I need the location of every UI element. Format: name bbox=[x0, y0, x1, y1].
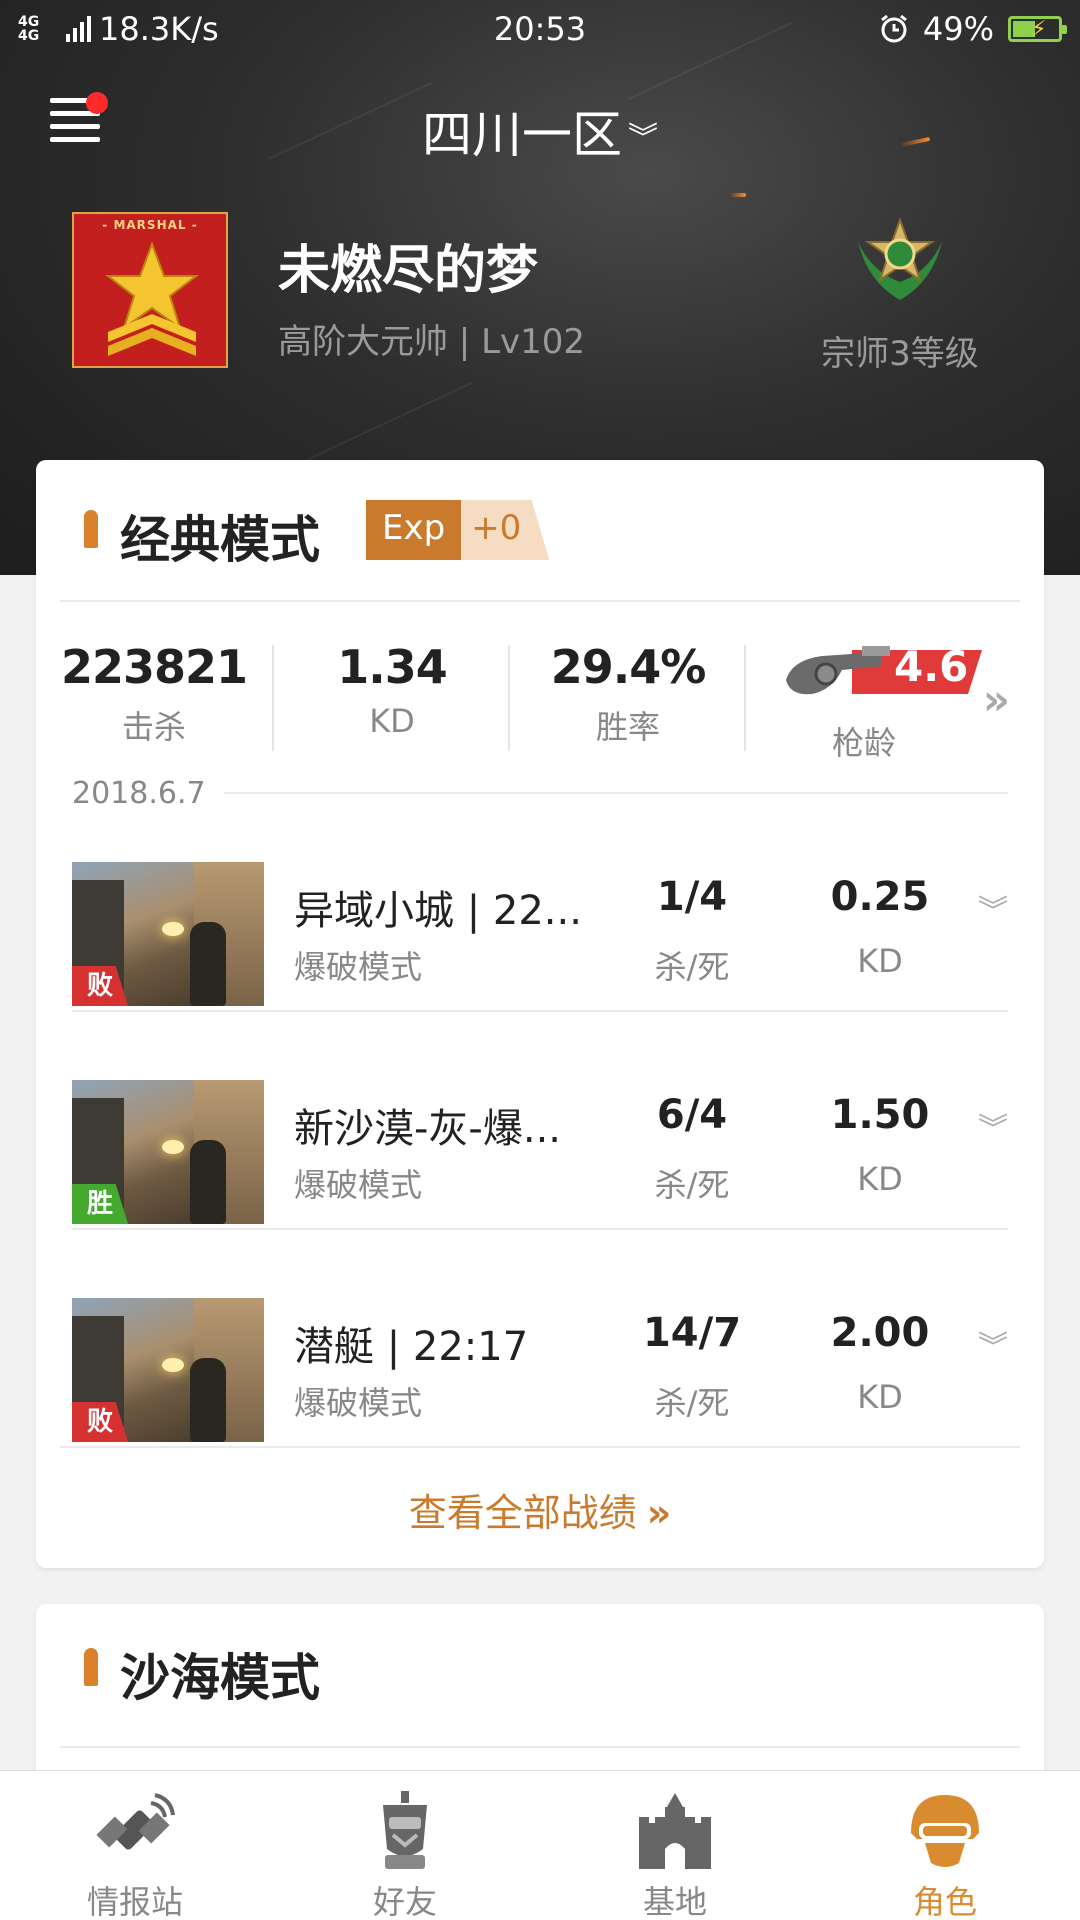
stat-label: 击杀 bbox=[121, 708, 186, 746]
match-kills-deaths-label: 杀/死 bbox=[654, 1166, 730, 1204]
match-row[interactable]: 败 异域小城 | 22... 爆破模式 1/4 杀/死 0.25 KD ︾ bbox=[72, 828, 1008, 1046]
match-mode: 爆破模式 bbox=[294, 1166, 423, 1204]
battery-percent: 49% bbox=[922, 10, 994, 48]
match-kills-deaths-label: 杀/死 bbox=[654, 1384, 730, 1422]
match-row[interactable]: 败 潜艇 | 22:17 爆破模式 14/7 杀/死 2.00 KD ︾ bbox=[72, 1264, 1008, 1482]
classic-mode-card: 经典模式 Exp +0 223821 击杀 1.34 KD 29.4% 胜率 4… bbox=[36, 460, 1044, 1568]
match-row[interactable]: 胜 新沙漠-灰-爆... 爆破模式 6/4 杀/死 1.50 KD ︾ bbox=[72, 1046, 1008, 1264]
stat-label: 胜率 bbox=[595, 708, 660, 746]
nav-label: 基地 bbox=[642, 1883, 707, 1920]
grade-label: 宗师3等级 bbox=[821, 334, 979, 374]
match-kills-deaths-label: 杀/死 bbox=[654, 948, 730, 986]
exp-value: +0 bbox=[461, 500, 550, 560]
alarm-icon bbox=[880, 14, 907, 43]
match-kd-ratio-label: KD bbox=[857, 1378, 903, 1416]
castle-icon bbox=[639, 1793, 711, 1869]
match-kd-ratio: 2.00 bbox=[830, 1310, 930, 1356]
robot-friend-icon bbox=[383, 1791, 427, 1869]
stat-value: 1.34 bbox=[337, 640, 448, 694]
match-date: 2018.6.7 bbox=[72, 776, 224, 811]
region-selector[interactable]: 四川一区 ︾ bbox=[0, 95, 1080, 167]
battery-icon: ⚡ bbox=[1008, 16, 1067, 42]
divider bbox=[72, 1010, 1008, 1012]
map-thumbnail: 败 bbox=[72, 1298, 264, 1442]
status-bar: 4G 4G 18.3K/s 20:53 49% ⚡ bbox=[0, 0, 1080, 58]
nav-label: 情报站 bbox=[86, 1883, 183, 1920]
card-title: 沙海模式 bbox=[120, 1649, 320, 1707]
match-kills-deaths: 1/4 bbox=[656, 874, 728, 920]
chevron-down-icon[interactable]: ︾ bbox=[978, 1333, 1008, 1363]
grade-emblem-icon bbox=[858, 217, 942, 300]
gun-age-value: 4.6 bbox=[894, 642, 969, 691]
exp-tag: Exp +0 bbox=[366, 500, 550, 560]
match-kills-deaths: 14/7 bbox=[642, 1310, 742, 1356]
match-kills-deaths: 6/4 bbox=[656, 1092, 728, 1138]
view-all-label: 查看全部战绩 bbox=[408, 1491, 637, 1535]
map-thumbnail: 胜 bbox=[72, 1080, 264, 1224]
stats-more-button[interactable]: » bbox=[983, 675, 1010, 724]
stat-label: 枪龄 bbox=[831, 724, 896, 762]
match-kd-ratio: 0.25 bbox=[830, 874, 930, 920]
double-chevron-right-icon: » bbox=[646, 1491, 672, 1535]
rank-badge: - MARSHAL - bbox=[72, 212, 228, 368]
player-name: 未燃尽的梦 bbox=[278, 241, 539, 301]
match-map-name: 新沙漠-灰-爆... bbox=[294, 1106, 562, 1152]
nav-label: 角色 bbox=[912, 1883, 977, 1920]
stat-winrate: 29.4% 胜率 bbox=[510, 640, 746, 748]
player-rank: 高阶大元帅 | Lv102 bbox=[278, 322, 586, 362]
nav-item-intel[interactable]: 情报站 bbox=[0, 1771, 270, 1920]
bullet-icon bbox=[84, 510, 98, 548]
stat-value: 29.4% bbox=[550, 640, 707, 694]
nav-label: 好友 bbox=[372, 1883, 437, 1920]
match-kd-ratio-label: KD bbox=[857, 1160, 903, 1198]
satellite-icon bbox=[96, 1793, 175, 1850]
helmet-icon bbox=[911, 1795, 979, 1867]
divider bbox=[60, 1446, 1020, 1448]
view-all-button[interactable]: 查看全部战绩» bbox=[36, 1482, 1044, 1537]
nav-item-friends[interactable]: 好友 bbox=[270, 1771, 540, 1920]
match-map-name: 潜艇 | 22:17 bbox=[294, 1324, 529, 1370]
region-label: 四川一区 bbox=[422, 106, 622, 164]
divider bbox=[60, 600, 1020, 602]
stat-gun-age: 枪龄 bbox=[746, 718, 982, 764]
match-mode: 爆破模式 bbox=[294, 1384, 423, 1422]
match-map-name: 异域小城 | 22... bbox=[294, 888, 582, 934]
nav-item-base[interactable]: 基地 bbox=[540, 1771, 810, 1920]
chevron-down-icon[interactable]: ︾ bbox=[978, 1115, 1008, 1145]
stat-label: KD bbox=[369, 702, 415, 740]
chevron-down-icon[interactable]: ︾ bbox=[978, 897, 1008, 927]
match-kd-ratio-label: KD bbox=[857, 942, 903, 980]
stat-value: 223821 bbox=[60, 640, 248, 694]
bullet-icon bbox=[84, 1648, 98, 1686]
map-thumbnail: 败 bbox=[72, 862, 264, 1006]
match-kd-ratio: 1.50 bbox=[830, 1092, 930, 1138]
divider bbox=[60, 1746, 1020, 1748]
match-mode: 爆破模式 bbox=[294, 948, 423, 986]
gun-age-badge: 4.6 bbox=[782, 640, 982, 704]
ember-decoration bbox=[730, 193, 746, 197]
bottom-nav: 情报站 好友 基地 角色 bbox=[0, 1770, 1080, 1920]
card-title: 经典模式 bbox=[120, 511, 320, 569]
nav-item-character[interactable]: 角色 bbox=[810, 1771, 1080, 1920]
exp-label: Exp bbox=[366, 500, 462, 560]
chevron-down-icon: ︾ bbox=[628, 120, 658, 156]
stat-kd: 1.34 KD bbox=[274, 640, 510, 740]
stat-kills: 223821 击杀 bbox=[36, 640, 272, 748]
divider bbox=[72, 1228, 1008, 1230]
